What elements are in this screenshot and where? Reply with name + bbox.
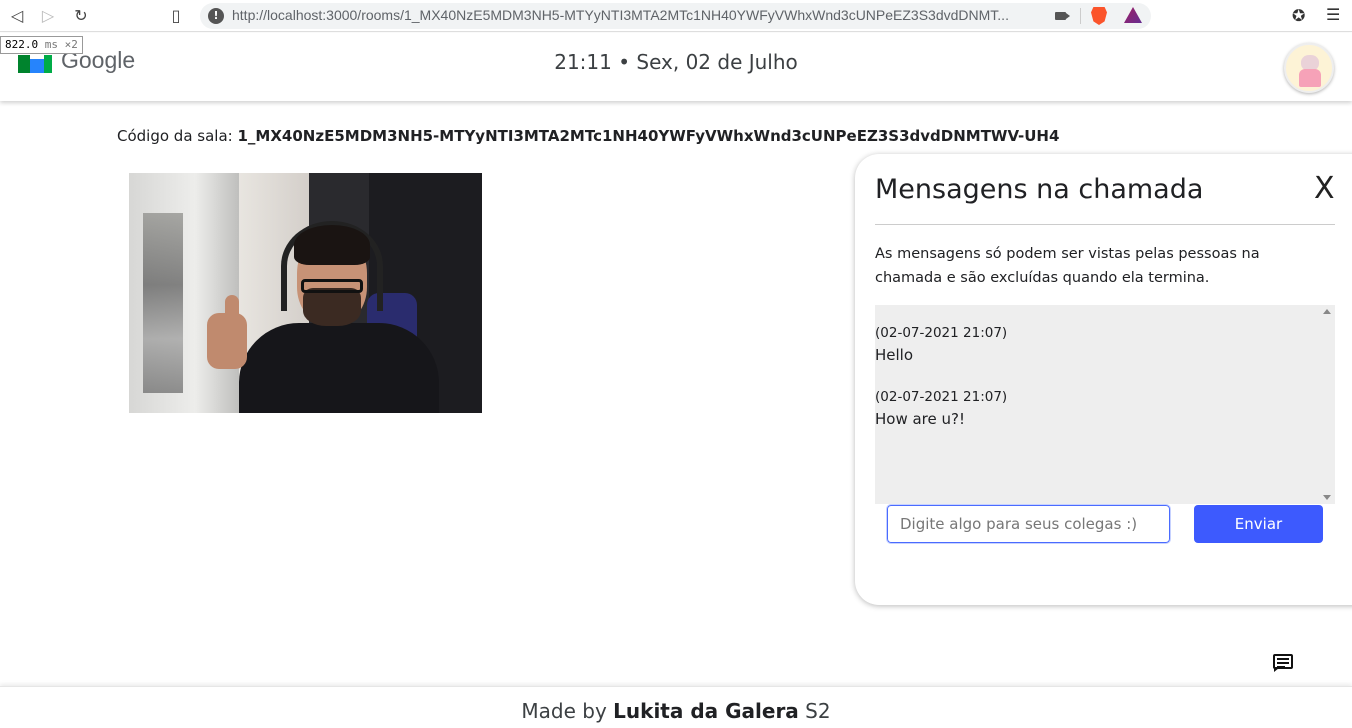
browser-toolbar: ◁ ▷ ↻ ▯ ! http://localhost:3000/rooms/1_…	[0, 0, 1352, 32]
divider	[1080, 8, 1081, 24]
chat-notice: As mensagens só podem ser vistas pelas p…	[875, 246, 1260, 286]
app-header: Google 21:11 • Sex, 02 de Julho	[0, 33, 1352, 101]
menu-icon[interactable]: ☰	[1326, 5, 1340, 24]
scroll-down-icon[interactable]	[1323, 495, 1331, 500]
room-code-label: Código da sala:	[117, 127, 233, 145]
address-bar[interactable]: ! http://localhost:3000/rooms/1_MX40NzE5…	[200, 3, 1151, 29]
brave-shields-icon[interactable]	[1091, 7, 1107, 25]
room-code-value: 1_MX40NzE5MDM3NH5-MTYyNTI3MTA2MTc1NH40YW…	[237, 127, 1060, 145]
video-tile	[129, 173, 482, 413]
message-text: How are u?!	[875, 410, 965, 428]
scroll-up-icon[interactable]	[1323, 309, 1331, 314]
message-text: Hello	[875, 346, 914, 364]
chat-icon[interactable]	[1272, 653, 1294, 672]
timing-multiplier: ×2	[64, 38, 78, 51]
brave-rewards-icon[interactable]	[1124, 7, 1142, 23]
chat-message: (02-07-2021 21:07) How are u?!	[875, 389, 1315, 428]
clock: 21:11 • Sex, 02 de Julho	[554, 50, 798, 74]
divider	[875, 224, 1335, 225]
timing-badge: 822.0 ms ×2	[0, 36, 83, 54]
chat-title: Mensagens na chamada	[875, 174, 1204, 205]
timing-unit: ms	[44, 38, 58, 51]
close-icon[interactable]: X	[1314, 172, 1335, 206]
url-text[interactable]: http://localhost:3000/rooms/1_MX40NzE5MD…	[232, 7, 1042, 23]
extensions-icon[interactable]: ✪	[1292, 6, 1305, 25]
back-arrow-icon[interactable]: ◁	[7, 6, 27, 26]
footer-suffix: S2	[805, 699, 831, 723]
room-code: Código da sala: 1_MX40NzE5MDM3NH5-MTYyNT…	[117, 127, 1059, 145]
footer-prefix: Made by	[521, 699, 607, 723]
timing-value: 822.0	[5, 38, 39, 51]
forward-arrow-icon[interactable]: ▷	[38, 6, 58, 26]
chat-message: (02-07-2021 21:07) Hello	[875, 325, 1315, 364]
camera-icon[interactable]	[1055, 12, 1070, 20]
user-avatar[interactable]	[1284, 43, 1334, 93]
site-info-icon[interactable]: !	[208, 8, 224, 24]
send-button[interactable]: Enviar	[1194, 505, 1323, 543]
footer-author: Lukita da Galera	[613, 699, 799, 723]
footer: Made by Lukita da Galera S2	[0, 686, 1352, 728]
message-time: (02-07-2021 21:07)	[875, 389, 1008, 405]
reload-icon[interactable]: ↻	[71, 6, 91, 26]
chat-log[interactable]: (02-07-2021 21:07) Hello (02-07-2021 21:…	[875, 305, 1335, 504]
avatar-body	[1299, 69, 1321, 87]
bookmark-icon[interactable]: ▯	[166, 6, 186, 26]
message-time: (02-07-2021 21:07)	[875, 325, 1008, 341]
chat-input[interactable]	[886, 504, 1171, 544]
chat-panel: Mensagens na chamada X As mensagens só p…	[855, 154, 1352, 605]
